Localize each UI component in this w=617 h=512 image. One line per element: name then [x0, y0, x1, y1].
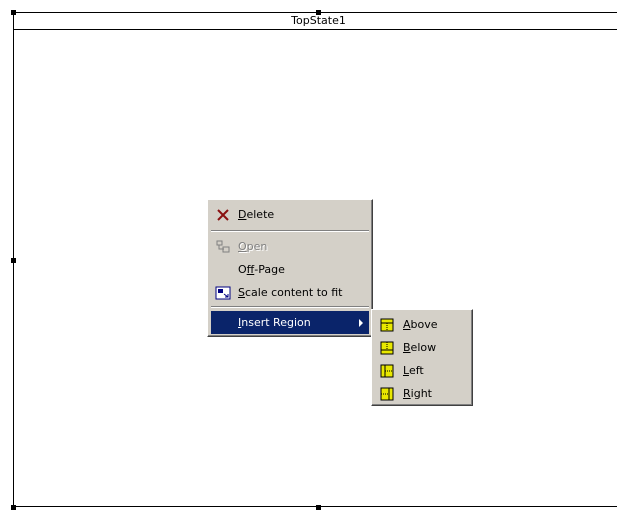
selection-handle-left-center[interactable] — [11, 258, 16, 263]
region-below-icon — [379, 340, 395, 356]
state-title: TopState1 — [291, 14, 346, 27]
state-header: TopState1 — [14, 13, 617, 30]
submenu-item-right-label: Right — [403, 387, 432, 400]
selection-handle-bottom-left[interactable] — [11, 505, 16, 510]
insert-region-submenu: Above Below Left Right — [371, 309, 473, 406]
selection-handle-top-center[interactable] — [316, 10, 321, 15]
submenu-item-left[interactable]: Left — [375, 359, 469, 382]
submenu-item-above-label: Above — [403, 318, 438, 331]
selection-handle-top-left[interactable] — [11, 10, 16, 15]
menu-item-open-label: Open — [238, 240, 268, 253]
open-icon — [215, 239, 231, 255]
delete-x-icon — [215, 207, 231, 223]
region-above-icon — [379, 317, 395, 333]
selection-handle-bottom-center[interactable] — [316, 505, 321, 510]
menu-item-off-page[interactable]: Off-Page — [211, 258, 369, 281]
region-left-icon — [379, 363, 395, 379]
submenu-item-below[interactable]: Below — [375, 336, 469, 359]
submenu-item-below-label: Below — [403, 341, 437, 354]
submenu-item-left-label: Left — [403, 364, 424, 377]
menu-separator — [211, 306, 369, 308]
menu-item-open: Open — [211, 235, 369, 258]
menu-item-delete-label: Delete — [238, 208, 275, 221]
submenu-item-right[interactable]: Right — [375, 382, 469, 405]
menu-item-insert-region[interactable]: Insert Region — [211, 311, 369, 334]
region-right-icon — [379, 386, 395, 402]
menu-item-insert-region-label: Insert Region — [238, 316, 311, 329]
menu-item-scale-content[interactable]: Scale content to fit — [211, 281, 369, 304]
menu-separator — [211, 230, 369, 232]
menu-item-scale-content-label: Scale content to fit — [238, 286, 343, 299]
menu-item-delete[interactable]: Delete — [211, 203, 369, 226]
scale-to-fit-icon — [215, 285, 231, 301]
submenu-item-above[interactable]: Above — [375, 313, 469, 336]
menu-item-off-page-label: Off-Page — [238, 263, 285, 276]
submenu-arrow-icon — [359, 319, 363, 327]
context-menu: Delete Open Off-Page Scale content to fi… — [207, 199, 373, 337]
